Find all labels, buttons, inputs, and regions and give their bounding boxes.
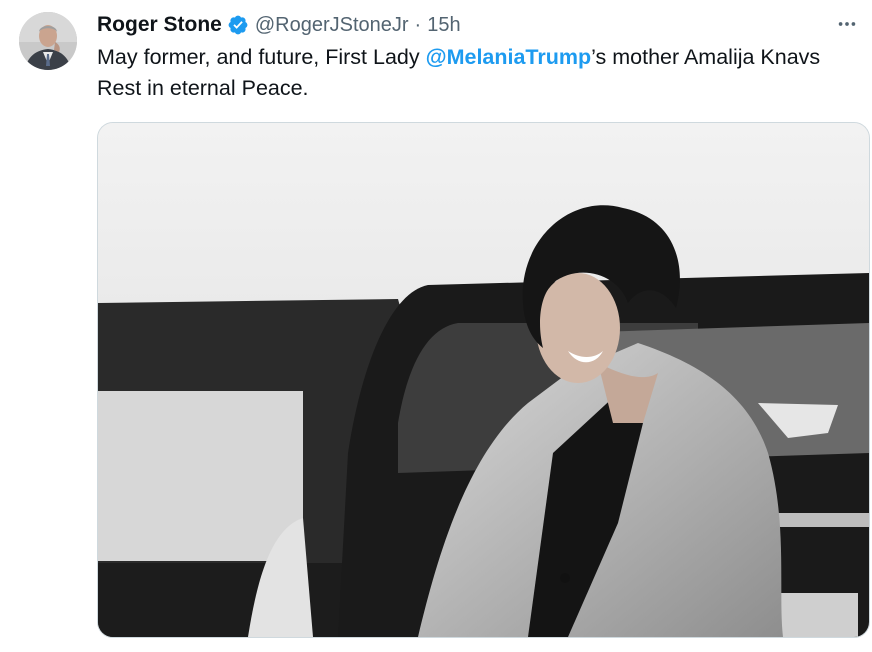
mention-link[interactable]: @MelaniaTrump xyxy=(426,45,592,69)
photo-image xyxy=(98,123,869,637)
tweet-text: May former, and future, First Lady @Mela… xyxy=(97,42,867,104)
tweet-header: Roger Stone @RogerJStoneJr · 15h xyxy=(97,11,461,39)
more-options-button[interactable] xyxy=(832,10,862,38)
tweet[interactable]: Roger Stone @RogerJStoneJr · 15h May for… xyxy=(0,0,872,652)
verified-badge-icon[interactable] xyxy=(227,14,249,36)
separator-dot: · xyxy=(414,13,422,36)
tweet-text-before: May former, and future, First Lady xyxy=(97,45,426,69)
more-options-icon xyxy=(838,22,856,26)
tweet-timestamp[interactable]: 15h xyxy=(427,14,460,37)
author-display-name[interactable]: Roger Stone xyxy=(97,13,222,37)
tweet-photo[interactable] xyxy=(97,122,870,638)
avatar-image xyxy=(19,12,77,70)
avatar[interactable] xyxy=(19,12,77,70)
author-handle[interactable]: @RogerJStoneJr xyxy=(255,14,409,37)
